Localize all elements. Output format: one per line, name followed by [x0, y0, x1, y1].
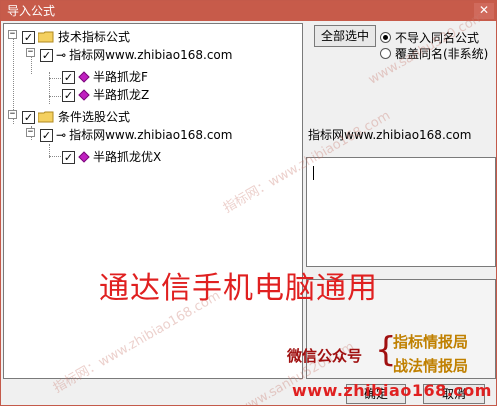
- item-label: 半路抓龙Z: [93, 88, 150, 102]
- item-checkbox[interactable]: ✓: [62, 150, 75, 164]
- formula-icon: [78, 151, 90, 163]
- source-text: 指标网www.zhibiao168.com: [308, 128, 472, 142]
- window-title: 导入公式: [7, 4, 56, 18]
- radio-no-import[interactable]: 不导入同名公式: [380, 29, 479, 46]
- formula-icon: [78, 71, 90, 83]
- import-formula-dialog: 导入公式 ✕ − ✓ 技术指标公式 − ✓ ⊸ 指标网www.zhibiao16…: [0, 0, 497, 406]
- formula-description-box[interactable]: [306, 157, 496, 267]
- radio-no-import-label: 不导入同名公式: [395, 31, 480, 45]
- tech-group-checkbox[interactable]: ✓: [22, 30, 35, 44]
- radio-unselected-icon[interactable]: [380, 48, 391, 59]
- tree-connector: [49, 156, 61, 157]
- tree-source-tech[interactable]: − ✓ ⊸ 指标网www.zhibiao168.com: [4, 44, 294, 62]
- promo-headline: 通达信手机电脑通用: [99, 271, 378, 306]
- collapse-toggle-icon[interactable]: −: [8, 30, 17, 39]
- item-checkbox[interactable]: ✓: [62, 88, 75, 102]
- key-icon: ⊸: [56, 48, 67, 62]
- radio-overwrite[interactable]: 覆盖同名(非系统): [380, 45, 488, 62]
- select-all-button[interactable]: 全部选中: [314, 25, 376, 47]
- text-caret: [313, 166, 314, 180]
- item-label: 半路抓龙优X: [93, 150, 162, 164]
- tree-connector: [49, 96, 61, 97]
- wechat-label: 微信公众号: [287, 347, 363, 365]
- tech-source-label: 指标网www.zhibiao168.com: [69, 48, 233, 62]
- close-icon: ✕: [478, 3, 490, 17]
- collapse-toggle-icon[interactable]: −: [26, 128, 35, 137]
- close-button[interactable]: ✕: [474, 3, 494, 19]
- key-icon: ⊸: [56, 128, 67, 142]
- collapse-toggle-icon[interactable]: −: [8, 110, 17, 119]
- tree-item[interactable]: ✓ 半路抓龙F: [62, 68, 292, 86]
- tech-source-checkbox[interactable]: ✓: [40, 48, 53, 62]
- item-checkbox[interactable]: ✓: [62, 70, 75, 84]
- folder-icon: [38, 31, 54, 43]
- radio-overwrite-label: 覆盖同名(非系统): [395, 47, 489, 61]
- radio-selected-icon[interactable]: [380, 32, 391, 43]
- wechat-account-1: 指标情报局: [393, 333, 469, 351]
- tree-group-tech[interactable]: − ✓ 技术指标公式: [4, 26, 294, 44]
- wechat-account-2: 战法情报局: [393, 357, 469, 375]
- select-group-checkbox[interactable]: ✓: [22, 110, 35, 124]
- title-bar: 导入公式 ✕: [1, 1, 496, 21]
- formula-icon: [78, 89, 90, 101]
- tree-connector: [49, 72, 50, 104]
- select-source-label: 指标网www.zhibiao168.com: [69, 128, 233, 142]
- formula-tree[interactable]: − ✓ 技术指标公式 − ✓ ⊸ 指标网www.zhibiao168.com ✓…: [3, 23, 303, 379]
- tree-source-select[interactable]: − ✓ ⊸ 指标网www.zhibiao168.com: [4, 124, 294, 142]
- collapse-toggle-icon[interactable]: −: [26, 48, 35, 57]
- tree-connector: [49, 78, 61, 79]
- select-source-checkbox[interactable]: ✓: [40, 128, 53, 142]
- tree-item[interactable]: ✓ 半路抓龙优X: [62, 148, 292, 166]
- tree-item[interactable]: ✓ 半路抓龙Z: [62, 86, 292, 104]
- tree-group-select[interactable]: − ✓ 条件选股公式: [4, 106, 294, 124]
- promo-website: www.zhibiao168.com: [292, 381, 492, 400]
- item-label: 半路抓龙F: [93, 70, 148, 84]
- folder-icon: [38, 111, 54, 123]
